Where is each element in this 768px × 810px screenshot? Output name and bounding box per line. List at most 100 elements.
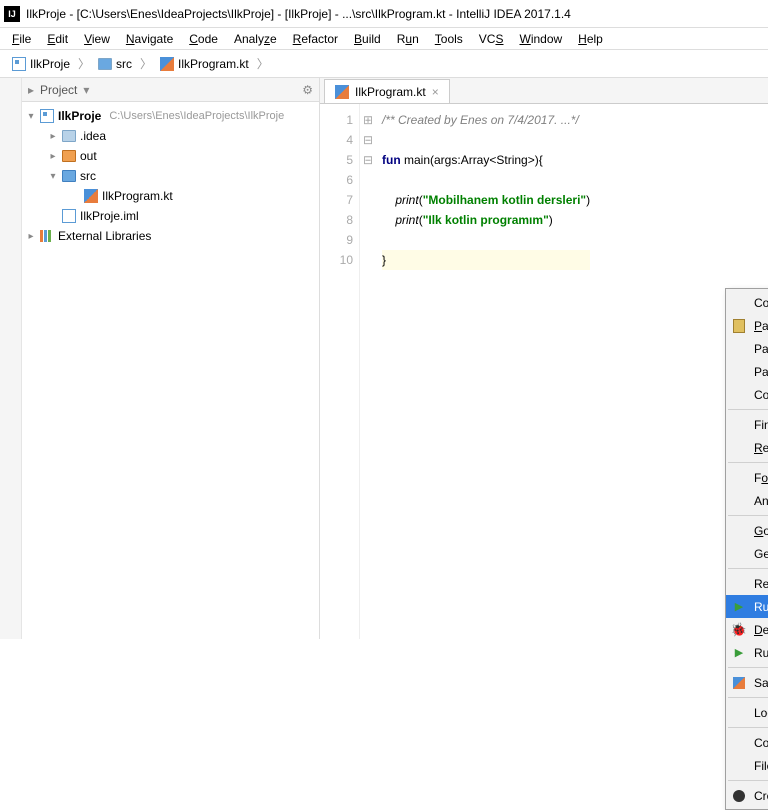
ctx-coverage[interactable]: ▶ Run 'IlkProgramKt' with Coverage xyxy=(726,641,768,664)
context-menu: Copy Reference Ctrl+Alt+Shift+C Paste Ct… xyxy=(725,288,768,810)
breadcrumb-separator: 〉 xyxy=(78,55,90,72)
tree-label: External Libraries xyxy=(58,229,151,243)
expand-icon[interactable]: ▸ xyxy=(48,131,58,142)
ctx-paste-simple[interactable]: Paste Simple Ctrl+Alt+Shift+V xyxy=(726,360,768,383)
tree-label: .idea xyxy=(80,129,106,143)
tree-out[interactable]: ▸ out xyxy=(22,146,319,166)
module-icon xyxy=(40,109,54,123)
menu-help[interactable]: Help xyxy=(570,30,611,48)
tree-label: src xyxy=(80,169,96,183)
menu-build[interactable]: Build xyxy=(346,30,389,48)
editor-tab[interactable]: IlkProgram.kt × xyxy=(324,79,450,103)
folder-icon xyxy=(62,170,76,182)
ctx-analyze[interactable]: Analyze ▶ xyxy=(726,489,768,512)
menu-separator xyxy=(728,727,768,728)
breadcrumb-label: src xyxy=(116,57,132,71)
ctx-column-mode[interactable]: Column Selection Mode Alt+Shift+Insert xyxy=(726,383,768,406)
menu-analyze[interactable]: Analyze xyxy=(226,30,285,48)
menu-separator xyxy=(728,568,768,569)
ctx-debug[interactable]: 🐞 Debug 'IlkProgramKt' xyxy=(726,618,768,641)
ctx-run[interactable]: ▶ Run 'IlkProgramKt' Ctrl+Shift+F10 xyxy=(726,595,768,618)
close-icon[interactable]: × xyxy=(432,85,439,99)
breadcrumb-src[interactable]: src xyxy=(92,55,138,73)
menu-navigate[interactable]: Navigate xyxy=(118,30,181,48)
fold-icon[interactable]: ⊟ xyxy=(360,150,376,170)
coverage-icon: ▶ xyxy=(732,646,746,660)
menu-view[interactable]: View xyxy=(76,30,118,48)
expand-icon[interactable]: ▾ xyxy=(48,171,58,182)
tree-root[interactable]: ▾ IlkProje C:\Users\Enes\IdeaProjects\Il… xyxy=(22,106,319,126)
ctx-recompile[interactable]: Recompile 'IlkProgram.kt' Ctrl+Shift+F9 xyxy=(726,572,768,595)
menu-window[interactable]: Window xyxy=(511,30,570,48)
tree-idea[interactable]: ▸ .idea xyxy=(22,126,319,146)
ctx-copy-reference[interactable]: Copy Reference Ctrl+Alt+Shift+C xyxy=(726,291,768,314)
menu-vcs[interactable]: VCS xyxy=(471,30,512,48)
fold-icon[interactable]: ⊞ xyxy=(360,110,376,130)
gear-icon[interactable]: ⚙ xyxy=(302,83,313,97)
run-icon: ▶ xyxy=(732,600,746,614)
editor-tabs: IlkProgram.kt × xyxy=(320,78,768,104)
ctx-find-usages[interactable]: Find Usages Alt+F7 xyxy=(726,413,768,436)
tree-label: IlkProgram.kt xyxy=(102,189,173,203)
ctx-generate[interactable]: Generate... Alt+Insert xyxy=(726,542,768,565)
iml-file-icon xyxy=(62,209,76,223)
ctx-paste[interactable]: Paste Ctrl+V xyxy=(726,314,768,337)
tree-label: out xyxy=(80,149,97,163)
folder-icon xyxy=(62,150,76,162)
fold-gutter: ⊞ ⊟ ⊟ xyxy=(360,104,376,639)
breadcrumb-separator: 〉 xyxy=(257,55,269,72)
sidebar-gutter xyxy=(0,78,22,639)
debug-icon: 🐞 xyxy=(732,623,746,637)
collapse-icon[interactable]: ▸ xyxy=(28,83,34,97)
ctx-goto[interactable]: Go To ▶ xyxy=(726,519,768,542)
window-titlebar: IJ IlkProje - [C:\Users\Enes\IdeaProject… xyxy=(0,0,768,28)
project-tool-title: Project xyxy=(40,83,77,97)
ctx-create-gist[interactable]: Create Gist... xyxy=(726,784,768,807)
expand-icon[interactable]: ▸ xyxy=(26,231,36,242)
menu-separator xyxy=(728,697,768,698)
tree-file-kt[interactable]: IlkProgram.kt xyxy=(22,186,319,206)
project-tool-header[interactable]: ▸ Project ▾ ⚙ xyxy=(22,78,319,102)
folder-icon xyxy=(62,130,76,142)
tree-external-libs[interactable]: ▸ External Libraries xyxy=(22,226,319,246)
editor-tab-label: IlkProgram.kt xyxy=(355,85,426,99)
dropdown-icon[interactable]: ▾ xyxy=(83,83,89,97)
fold-icon[interactable]: ⊟ xyxy=(360,130,376,150)
ctx-refactor[interactable]: Refactor ▶ xyxy=(726,436,768,459)
menu-code[interactable]: Code xyxy=(181,30,226,48)
menu-refactor[interactable]: Refactor xyxy=(285,30,346,48)
menu-separator xyxy=(728,667,768,668)
ctx-local-history[interactable]: Local History ▶ xyxy=(726,701,768,724)
kotlin-file-icon xyxy=(335,85,349,99)
code-editor[interactable]: 1 4 5 6 7 8 9 10 ⊞ ⊟ ⊟ /** Created by En… xyxy=(320,104,768,639)
kotlin-file-icon xyxy=(84,189,98,203)
line-gutter: 1 4 5 6 7 8 9 10 xyxy=(320,104,360,639)
breadcrumbs-bar: IlkProje 〉 src 〉 IlkProgram.kt 〉 xyxy=(0,50,768,78)
module-icon xyxy=(12,57,26,71)
expand-icon[interactable]: ▾ xyxy=(26,111,36,122)
menu-separator xyxy=(728,409,768,410)
tree-label: IlkProje xyxy=(58,109,101,123)
menu-tools[interactable]: Tools xyxy=(427,30,471,48)
window-title: IlkProje - [C:\Users\Enes\IdeaProjects\I… xyxy=(26,7,571,21)
menu-edit[interactable]: Edit xyxy=(39,30,76,48)
ctx-file-encoding[interactable]: File Encoding xyxy=(726,754,768,777)
tree-label: IlkProje.iml xyxy=(80,209,139,223)
breadcrumb-project[interactable]: IlkProje xyxy=(6,55,76,73)
ctx-save[interactable]: Save 'IlkProgramKt' xyxy=(726,671,768,694)
kotlin-file-icon xyxy=(732,676,746,690)
editor-area: IlkProgram.kt × 1 4 5 6 7 8 9 10 ⊞ ⊟ ⊟ xyxy=(320,78,768,639)
ctx-paste-history[interactable]: Paste from History... Ctrl+Shift+V xyxy=(726,337,768,360)
breadcrumb-label: IlkProgram.kt xyxy=(178,57,249,71)
folder-icon xyxy=(98,58,112,70)
breadcrumb-file[interactable]: IlkProgram.kt xyxy=(154,55,255,73)
code-content[interactable]: /** Created by Enes on 7/4/2017. ...*/ f… xyxy=(376,104,590,639)
menu-file[interactable]: File xyxy=(4,30,39,48)
library-icon xyxy=(40,229,54,243)
tree-file-iml[interactable]: IlkProje.iml xyxy=(22,206,319,226)
ctx-compare-clipboard[interactable]: Compare with Clipboard xyxy=(726,731,768,754)
tree-src[interactable]: ▾ src xyxy=(22,166,319,186)
ctx-folding[interactable]: Folding ▶ xyxy=(726,466,768,489)
expand-icon[interactable]: ▸ xyxy=(48,151,58,162)
menu-run[interactable]: Run xyxy=(389,30,427,48)
